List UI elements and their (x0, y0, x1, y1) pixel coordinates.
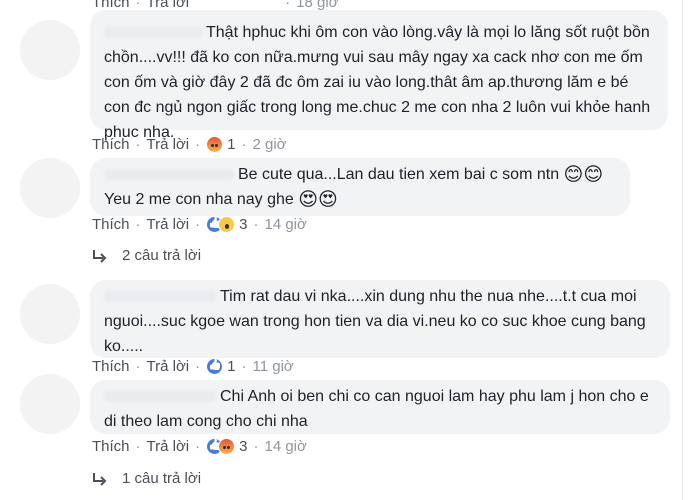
smile-emoji-icon: 😊😊 (563, 164, 604, 186)
comment-actions: Thích · Trả lời · 1 · 2 giờ (92, 133, 287, 155)
comment-body-line1: Be cute qua...Lan dau tien xem bai c som… (238, 166, 560, 183)
timestamp[interactable]: 14 giờ (264, 438, 306, 455)
angry-reaction-icon[interactable] (218, 437, 236, 455)
angry-reaction-icon[interactable] (206, 135, 224, 153)
timestamp[interactable]: 14 giờ (264, 216, 306, 233)
comment-bubble: Be cute qua...Lan dau tien xem bai c som… (90, 158, 630, 216)
comment-actions: Thích · Trả lời · 3 · 14 giờ (92, 213, 307, 235)
timestamp[interactable]: 2 giờ (252, 136, 286, 153)
like-link[interactable]: Thích (92, 216, 130, 233)
reply-link[interactable]: Trả lời (147, 136, 190, 153)
comment-body-line2: Yeu 2 me con nha nay ghe (104, 191, 294, 209)
frame-border (682, 0, 683, 500)
comment-actions: Thích · Trả lời · 1 · 11 giờ (92, 355, 294, 377)
like-link[interactable]: Thích (92, 136, 130, 153)
replies-count-label[interactable]: 2 câu trả lời (122, 247, 201, 264)
reply-arrow-icon (93, 249, 107, 263)
separator: · (135, 135, 141, 153)
separator: · (135, 437, 141, 455)
comment-body: Thật hphuc khi ôm con vào lòng.vây là mọ… (104, 24, 651, 141)
author-name[interactable] (104, 391, 216, 403)
separator: · (241, 357, 247, 375)
reply-link[interactable]: Trả lời (147, 438, 190, 455)
reaction-count[interactable]: 3 (239, 216, 247, 233)
comment-text: Be cute qua...Lan dau tien xem bai c som… (104, 162, 616, 213)
reply-link[interactable]: Trả lời (147, 216, 190, 233)
like-link[interactable]: Thích (92, 0, 130, 11)
separator: · (241, 135, 247, 153)
author-name[interactable] (104, 169, 234, 181)
separator: · (195, 215, 201, 233)
comment-text: Chi Anh oi ben chi co can nguoi lam hay … (104, 384, 656, 434)
comment-text: Tim rat dau vi nka....xin dung nhu the n… (104, 284, 656, 359)
separator: · (195, 437, 201, 455)
timestamp[interactable]: 11 giờ (252, 358, 293, 375)
view-replies-link[interactable]: 2 câu trả lời (92, 247, 201, 264)
replies-count-label[interactable]: 1 câu trả lời (122, 470, 201, 487)
view-replies-link[interactable]: 1 câu trả lời (92, 470, 201, 487)
reply-arrow-icon (93, 472, 107, 486)
separator: · (253, 437, 259, 455)
comment-bubble: Thật hphuc khi ôm con vào lòng.vây là mọ… (90, 10, 668, 141)
wow-reaction-icon[interactable] (218, 215, 236, 233)
separator: · (285, 0, 291, 11)
author-name[interactable] (104, 27, 202, 39)
reply-link[interactable]: Trả lời (147, 358, 190, 375)
author-name[interactable] (104, 291, 216, 303)
reaction-count[interactable]: 1 (227, 358, 235, 375)
separator: · (195, 357, 201, 375)
separator: · (135, 357, 141, 375)
comment-actions: Thích · Trả lời · 3 · 14 giờ (92, 435, 307, 457)
separator: · (135, 0, 141, 11)
like-link[interactable]: Thích (92, 438, 130, 455)
reaction-count[interactable]: 1 (227, 136, 235, 153)
comment-text: Thật hphuc khi ôm con vào lòng.vây là mọ… (104, 20, 654, 145)
avatar[interactable] (20, 284, 80, 344)
comment-bubble: Chi Anh oi ben chi co can nguoi lam hay … (90, 380, 670, 434)
avatar[interactable] (20, 20, 80, 80)
like-reaction-icon[interactable] (206, 357, 224, 375)
separator: · (135, 215, 141, 233)
comment-bubble: Tim rat dau vi nka....xin dung nhu the n… (90, 280, 670, 358)
avatar[interactable] (20, 374, 80, 434)
reaction-count[interactable]: 3 (239, 438, 247, 455)
avatar[interactable] (20, 158, 80, 218)
timestamp: 18 giờ (296, 0, 339, 11)
like-link[interactable]: Thích (92, 358, 130, 375)
separator: · (195, 135, 201, 153)
reply-link[interactable]: Trả lời (147, 0, 190, 11)
separator: · (253, 215, 259, 233)
heart-eyes-emoji-icon: 😍😍 (298, 189, 338, 211)
